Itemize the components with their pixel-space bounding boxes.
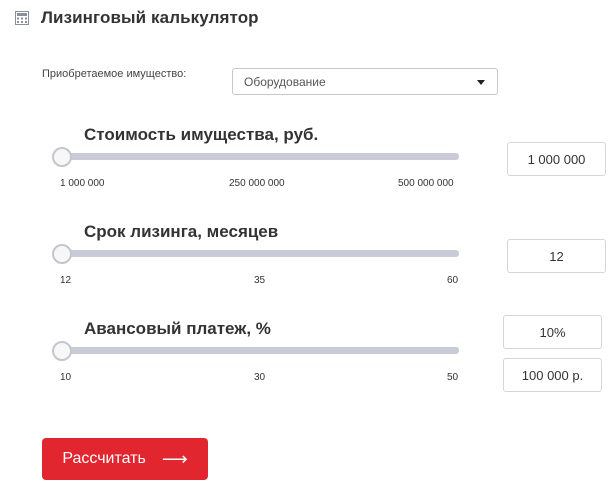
advance-slider-track[interactable] (62, 347, 459, 354)
cost-slider-title: Стоимость имущества, руб. (84, 125, 319, 144)
property-label: Приобретаемое имущество: (42, 68, 187, 80)
cost-slider-thumb[interactable] (52, 147, 72, 167)
term-input[interactable]: 12 (507, 239, 606, 273)
cost-slider-track[interactable] (62, 153, 459, 160)
arrow-right-icon: ⟶ (161, 449, 188, 469)
term-slider-title: Срок лизинга, месяцев (84, 222, 279, 241)
property-select[interactable]: Оборудование (232, 68, 498, 95)
advance-tick-mid: 30 (254, 372, 266, 383)
cost-input[interactable]: 1 000 000 (507, 142, 606, 176)
cost-tick-max: 500 000 000 (398, 178, 454, 189)
property-select-value: Оборудование (244, 75, 326, 89)
term-slider-thumb[interactable] (52, 244, 72, 264)
advance-slider-title: Авансовый платеж, % (84, 319, 271, 338)
term-tick-max: 60 (447, 275, 459, 286)
chevron-down-icon (477, 80, 485, 85)
term-tick-mid: 35 (254, 275, 266, 286)
advance-amount-input[interactable]: 100 000 р. (503, 358, 602, 392)
calculate-button[interactable]: Рассчитать ⟶ (42, 438, 208, 480)
advance-slider-thumb[interactable] (52, 341, 72, 361)
cost-tick-min: 1 000 000 (60, 178, 105, 189)
cost-tick-mid: 250 000 000 (229, 178, 285, 189)
calculator-icon (15, 11, 29, 25)
term-slider-track[interactable] (62, 250, 459, 257)
calculate-button-label: Рассчитать (62, 450, 146, 467)
advance-tick-max: 50 (447, 372, 459, 383)
advance-percent-input[interactable]: 10% (503, 315, 602, 349)
term-tick-min: 12 (60, 275, 72, 286)
page-title: Лизинговый калькулятор (41, 8, 259, 27)
advance-tick-min: 10 (60, 372, 72, 383)
